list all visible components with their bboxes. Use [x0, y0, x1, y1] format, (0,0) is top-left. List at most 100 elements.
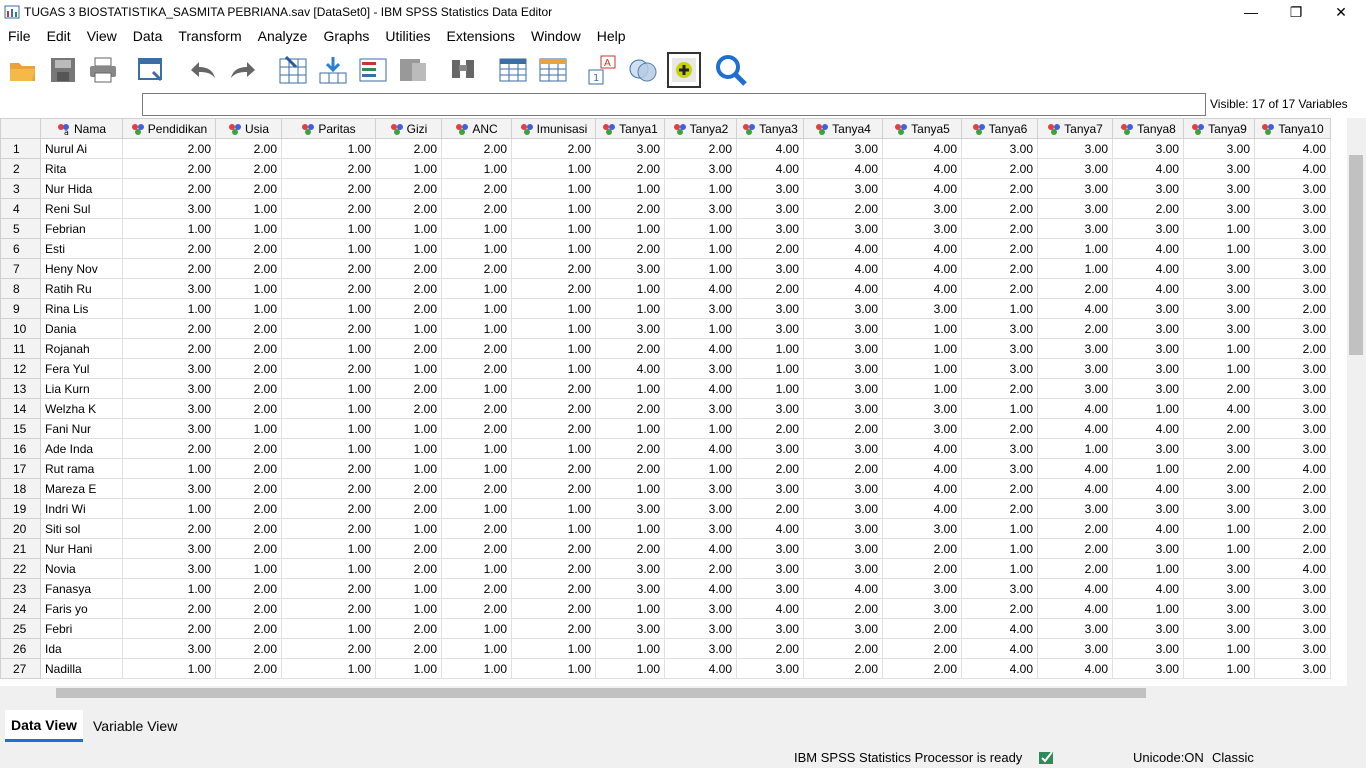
- data-cell[interactable]: 2.00: [595, 158, 665, 179]
- data-cell[interactable]: 2.00: [122, 618, 216, 639]
- data-cell[interactable]: 4.00: [736, 518, 804, 539]
- data-cell[interactable]: 1.00: [1183, 658, 1255, 679]
- minimize-button[interactable]: —: [1228, 0, 1274, 24]
- data-cell[interactable]: 3.00: [1037, 378, 1113, 399]
- data-cell[interactable]: 2.00: [215, 178, 282, 199]
- data-cell[interactable]: 2.00: [122, 158, 216, 179]
- data-cell[interactable]: 4.00: [882, 258, 962, 279]
- data-cell[interactable]: 2.00: [441, 578, 512, 599]
- data-cell[interactable]: Welzha K: [40, 398, 123, 419]
- row-number[interactable]: 2: [0, 158, 41, 179]
- data-cell[interactable]: 3.00: [803, 558, 883, 579]
- row-number[interactable]: 4: [0, 198, 41, 219]
- data-cell[interactable]: 3.00: [961, 138, 1038, 159]
- data-cell[interactable]: 3.00: [595, 138, 665, 159]
- data-cell[interactable]: 2.00: [961, 178, 1038, 199]
- data-cell[interactable]: 3.00: [1254, 498, 1331, 519]
- menu-view[interactable]: View: [79, 28, 125, 44]
- data-cell[interactable]: 1.00: [441, 378, 512, 399]
- row-number[interactable]: 11: [0, 338, 41, 359]
- data-cell[interactable]: 2.00: [441, 538, 512, 559]
- data-cell[interactable]: 3.00: [664, 198, 737, 219]
- data-cell[interactable]: 2.00: [882, 618, 962, 639]
- row-number[interactable]: 19: [0, 498, 41, 519]
- data-cell[interactable]: 2.00: [1183, 418, 1255, 439]
- data-cell[interactable]: 3.00: [736, 318, 804, 339]
- data-cell[interactable]: 2.00: [215, 618, 282, 639]
- find-binoculars-icon[interactable]: [446, 52, 480, 88]
- data-cell[interactable]: 1.00: [961, 538, 1038, 559]
- menu-graphs[interactable]: Graphs: [315, 28, 377, 44]
- data-cell[interactable]: 2.00: [215, 638, 282, 659]
- data-cell[interactable]: 4.00: [1254, 558, 1331, 579]
- data-cell[interactable]: 2.00: [281, 158, 376, 179]
- data-cell[interactable]: Siti sol: [40, 518, 123, 539]
- row-number[interactable]: 21: [0, 538, 41, 559]
- data-cell[interactable]: 4.00: [664, 438, 737, 459]
- data-cell[interactable]: 2.00: [375, 618, 442, 639]
- column-header-tanya1[interactable]: Tanya1: [595, 118, 665, 139]
- data-cell[interactable]: 2.00: [511, 278, 596, 299]
- data-cell[interactable]: 3.00: [736, 398, 804, 419]
- data-cell[interactable]: 1.00: [511, 438, 596, 459]
- data-cell[interactable]: 4.00: [1037, 478, 1113, 499]
- data-cell[interactable]: Mareza E: [40, 478, 123, 499]
- data-cell[interactable]: 3.00: [122, 638, 216, 659]
- insert-cases-icon[interactable]: [496, 52, 530, 88]
- data-cell[interactable]: 4.00: [664, 278, 737, 299]
- data-cell[interactable]: 3.00: [1183, 578, 1255, 599]
- data-cell[interactable]: 3.00: [122, 558, 216, 579]
- data-cell[interactable]: 4.00: [803, 258, 883, 279]
- data-cell[interactable]: 3.00: [736, 538, 804, 559]
- data-cell[interactable]: 3.00: [736, 658, 804, 679]
- column-header-tanya7[interactable]: Tanya7: [1037, 118, 1113, 139]
- data-cell[interactable]: 2.00: [441, 518, 512, 539]
- data-cell[interactable]: 1.00: [511, 178, 596, 199]
- menu-data[interactable]: Data: [125, 28, 171, 44]
- data-cell[interactable]: 2.00: [441, 418, 512, 439]
- data-cell[interactable]: 3.00: [1037, 158, 1113, 179]
- data-cell[interactable]: 3.00: [122, 358, 216, 379]
- data-cell[interactable]: Faris yo: [40, 598, 123, 619]
- data-cell[interactable]: 3.00: [1254, 178, 1331, 199]
- data-cell[interactable]: 2.00: [511, 478, 596, 499]
- data-cell[interactable]: 1.00: [441, 158, 512, 179]
- data-cell[interactable]: 1.00: [961, 518, 1038, 539]
- data-cell[interactable]: 4.00: [803, 238, 883, 259]
- data-cell[interactable]: 1.00: [511, 638, 596, 659]
- data-cell[interactable]: 2.00: [215, 538, 282, 559]
- data-cell[interactable]: 1.00: [375, 358, 442, 379]
- data-cell[interactable]: 1.00: [664, 178, 737, 199]
- data-cell[interactable]: Nurul Ai: [40, 138, 123, 159]
- data-cell[interactable]: 1.00: [441, 558, 512, 579]
- data-cell[interactable]: Fanasya: [40, 578, 123, 599]
- data-cell[interactable]: 3.00: [803, 538, 883, 559]
- data-cell[interactable]: 2.00: [511, 378, 596, 399]
- data-cell[interactable]: 3.00: [803, 358, 883, 379]
- column-header-usia[interactable]: Usia: [215, 118, 282, 139]
- go-to-case-icon[interactable]: [276, 52, 310, 88]
- data-cell[interactable]: 2.00: [664, 558, 737, 579]
- data-cell[interactable]: 3.00: [1254, 258, 1331, 279]
- data-cell[interactable]: 3.00: [1037, 618, 1113, 639]
- data-cell[interactable]: 4.00: [961, 658, 1038, 679]
- data-cell[interactable]: 1.00: [736, 338, 804, 359]
- data-cell[interactable]: 1.00: [595, 278, 665, 299]
- data-cell[interactable]: 1.00: [122, 578, 216, 599]
- row-number[interactable]: 8: [0, 278, 41, 299]
- data-cell[interactable]: 2.00: [595, 198, 665, 219]
- data-cell[interactable]: 4.00: [1112, 258, 1184, 279]
- data-cell[interactable]: 1.00: [595, 518, 665, 539]
- data-cell[interactable]: 1.00: [664, 238, 737, 259]
- column-header-nama[interactable]: a Nama: [40, 118, 123, 139]
- data-cell[interactable]: 3.00: [803, 178, 883, 199]
- data-cell[interactable]: 3.00: [1037, 198, 1113, 219]
- data-cell[interactable]: 1.00: [595, 378, 665, 399]
- data-cell[interactable]: 3.00: [1254, 578, 1331, 599]
- data-cell[interactable]: 3.00: [882, 418, 962, 439]
- data-cell[interactable]: 3.00: [882, 518, 962, 539]
- data-cell[interactable]: 1.00: [215, 558, 282, 579]
- data-cell[interactable]: 3.00: [664, 358, 737, 379]
- data-cell[interactable]: 2.00: [122, 178, 216, 199]
- data-cell[interactable]: 4.00: [1112, 518, 1184, 539]
